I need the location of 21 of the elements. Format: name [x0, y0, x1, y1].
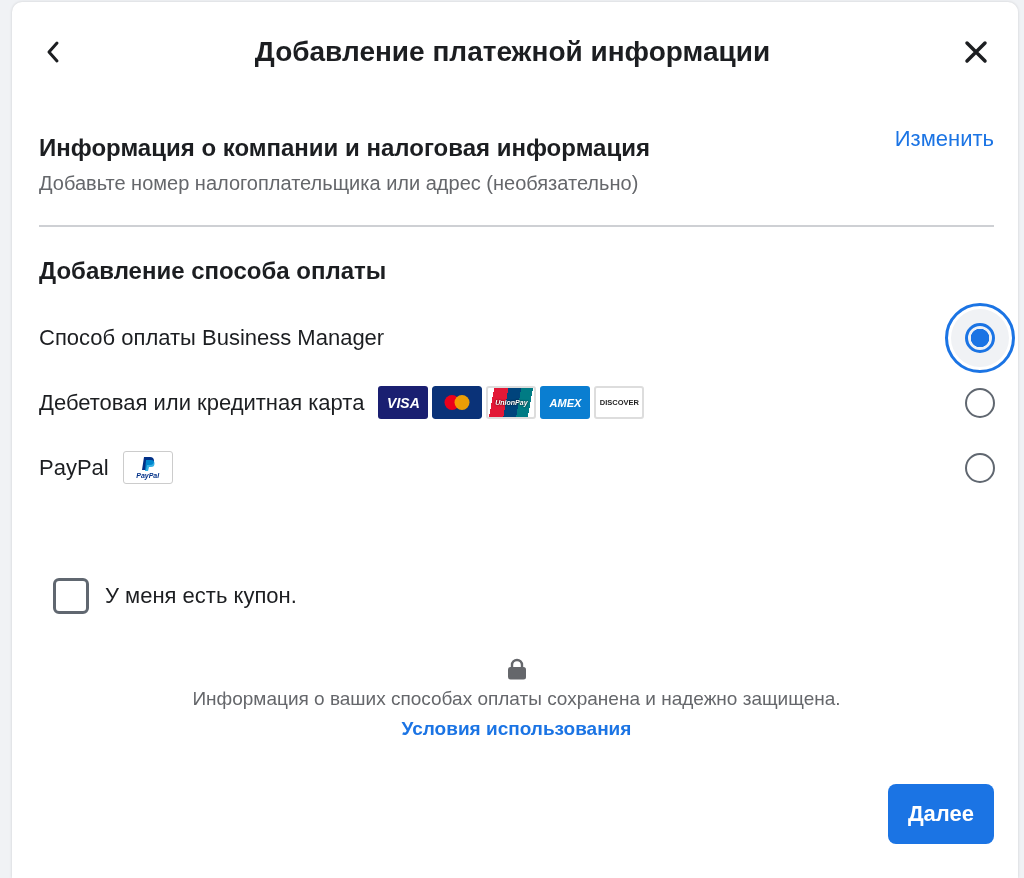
- security-note: Информация о ваших способах оплаты сохранена и надежно защищена.: [192, 688, 841, 710]
- visa-logo: VISA: [378, 386, 429, 419]
- checkbox[interactable]: [53, 578, 89, 614]
- edit-link[interactable]: Изменить: [894, 126, 994, 152]
- next-button[interactable]: Далее: [887, 784, 994, 844]
- section-title: Информация о компании и налоговая информация: [39, 134, 650, 162]
- payment-option-label: PayPal: [39, 454, 109, 481]
- dialog-title: Добавление платежной информации: [254, 36, 771, 68]
- close-icon: [964, 40, 988, 64]
- amex-logo: AMEX: [540, 386, 591, 419]
- section-subtitle: Добавьте номер налогоплательщика или адрес (необязательно): [39, 172, 640, 195]
- payment-option-label: Дебетовая или кредитная карта: [39, 389, 365, 416]
- radio-button[interactable]: [965, 452, 995, 483]
- checkbox-label: У меня есть купон.: [105, 583, 297, 609]
- mastercard-logo: [432, 386, 483, 419]
- terms-link[interactable]: Условия использования: [401, 718, 632, 740]
- radio-button[interactable]: [965, 322, 995, 353]
- section-title: Добавление способа оплаты: [39, 257, 388, 285]
- payment-option-label: Способ оплаты Business Manager: [39, 324, 385, 351]
- radio-button[interactable]: [965, 387, 995, 418]
- lock-icon: [506, 658, 527, 680]
